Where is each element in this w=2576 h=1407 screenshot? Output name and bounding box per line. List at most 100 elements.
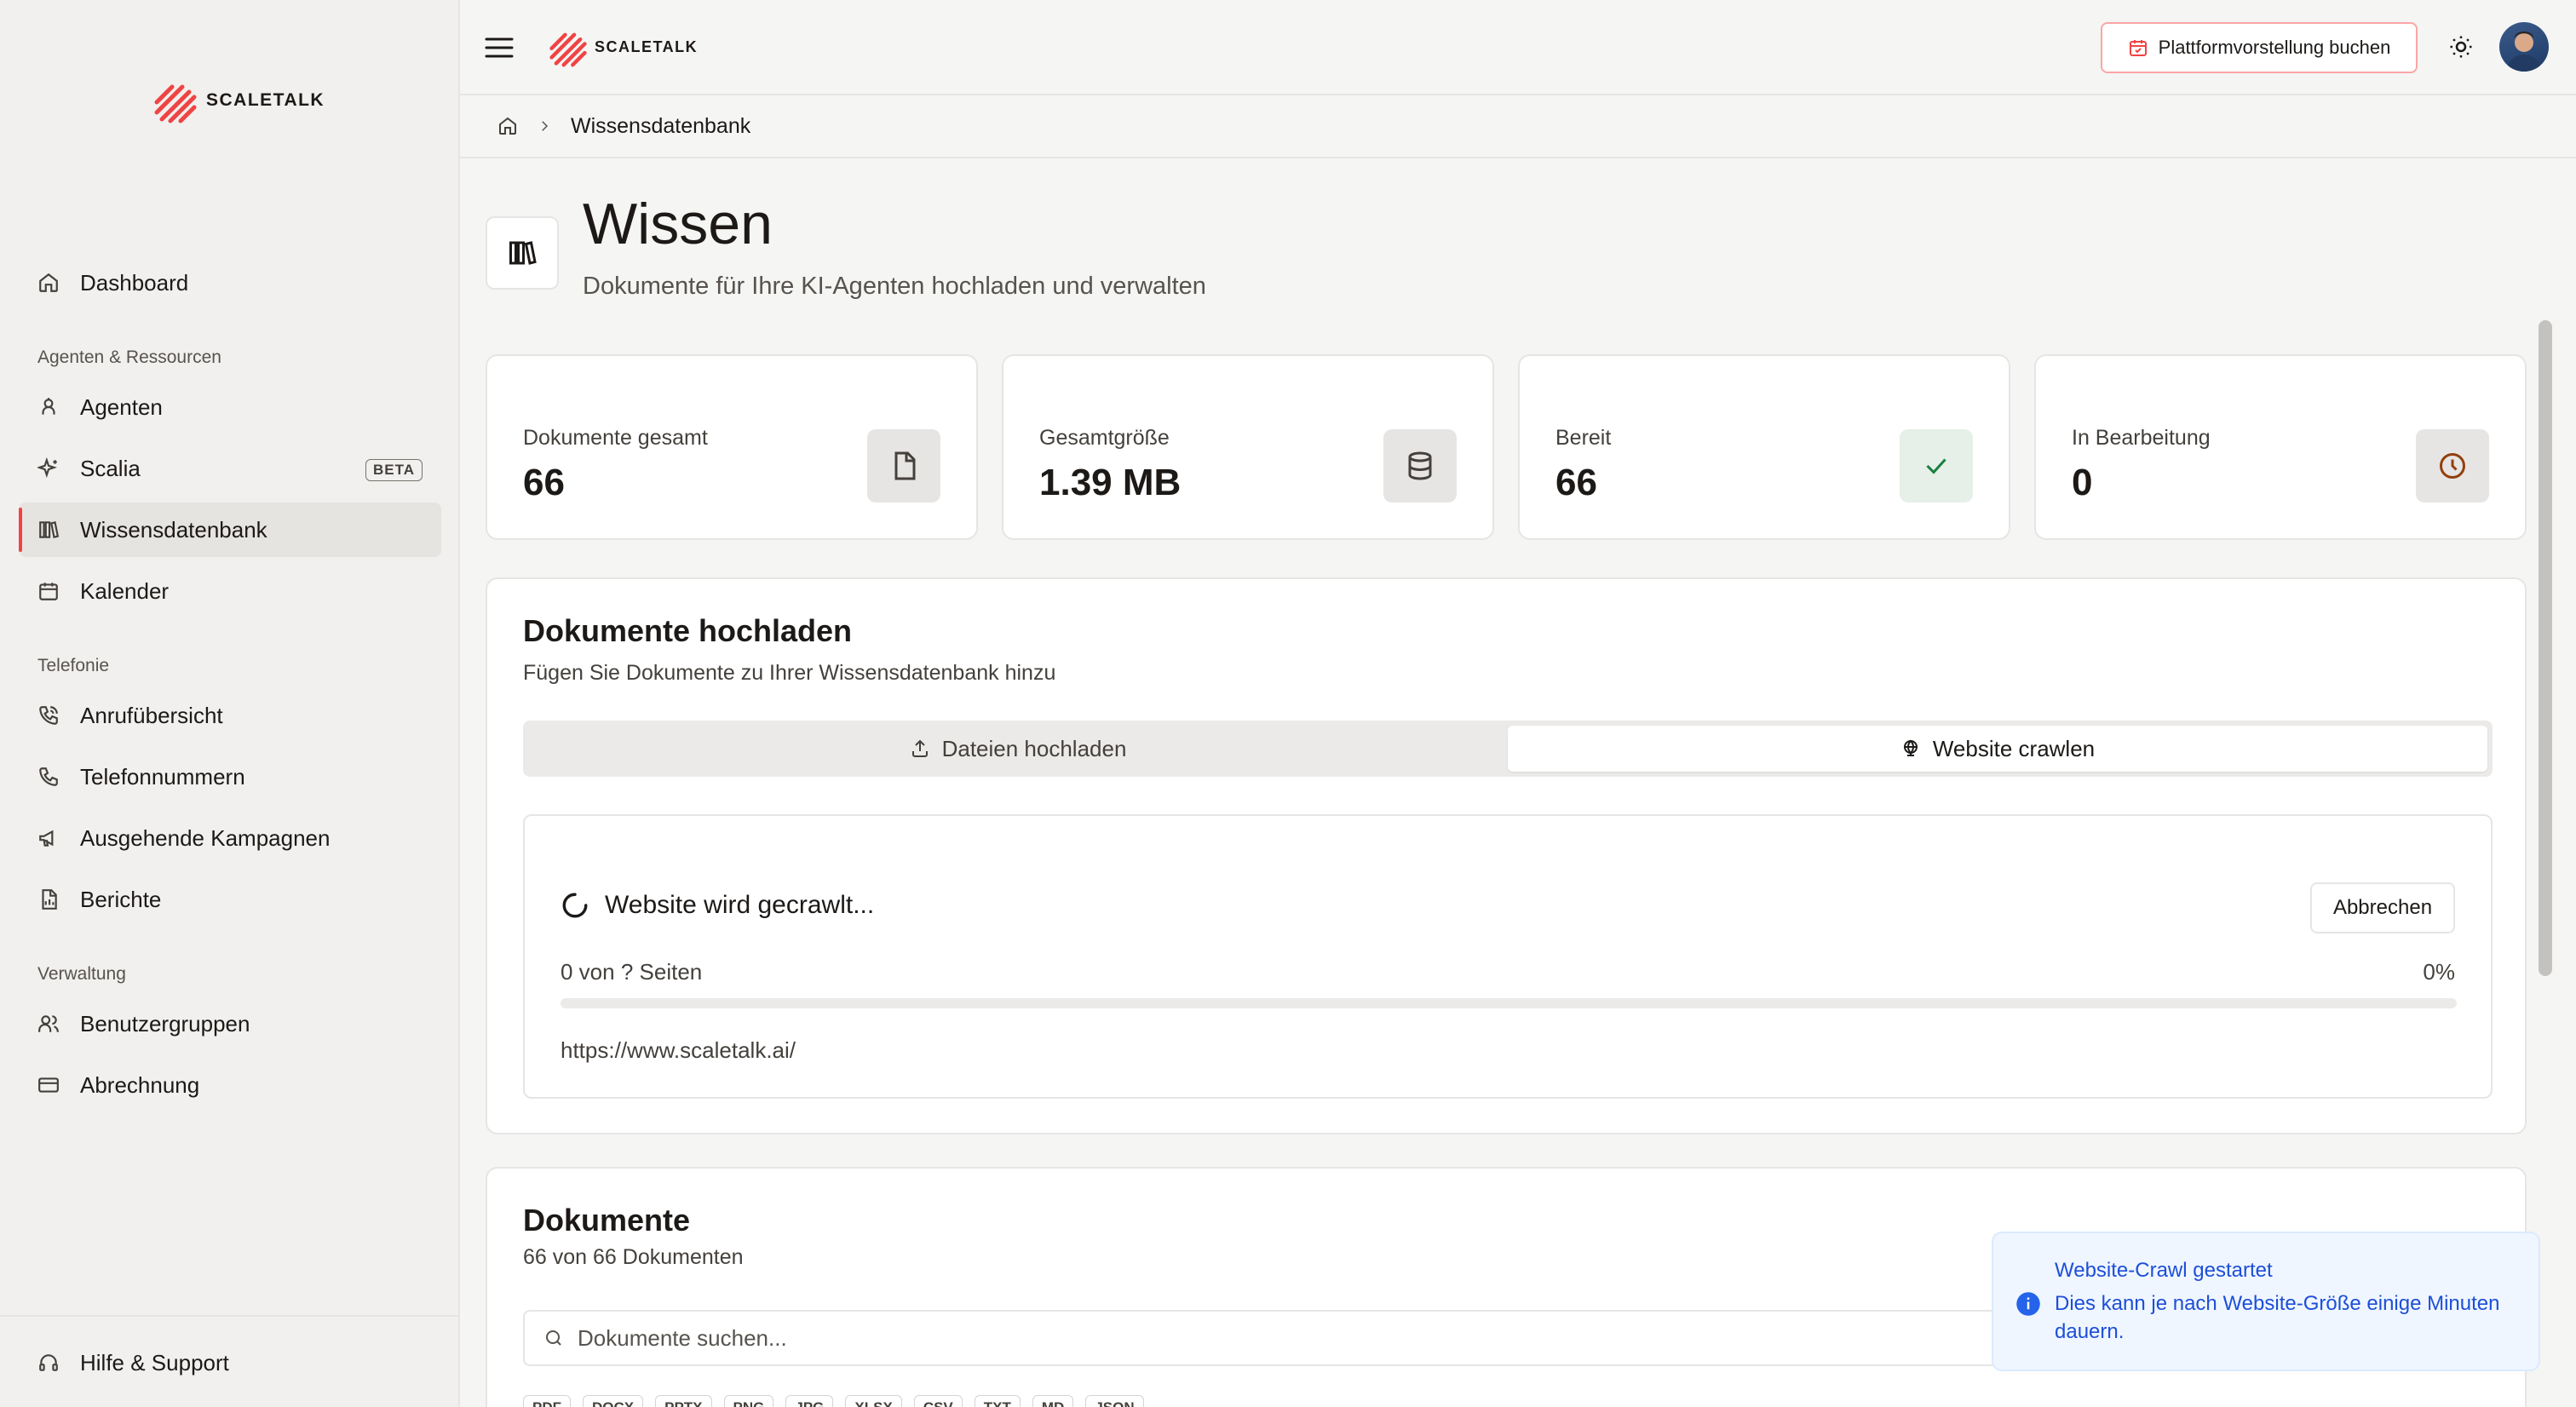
- info-icon: [2016, 1292, 2040, 1316]
- crawl-progress-box: Website wird gecrawlt... Abbrechen 0 von…: [523, 814, 2493, 1099]
- filter-chip[interactable]: CSV: [913, 1395, 963, 1407]
- scaletalk-logo-icon: [549, 32, 587, 67]
- home-icon[interactable]: [497, 116, 518, 136]
- sidebar-item-label: Wissensdatenbank: [80, 516, 267, 543]
- topbar-logo[interactable]: SCALETALK: [549, 26, 698, 68]
- page-subtitle: Dokumente für Ihre KI-Agenten hochladen …: [583, 273, 1206, 300]
- breadcrumb: Wissensdatenbank: [460, 95, 2576, 158]
- sidebar-item-label: Scalia: [80, 455, 141, 481]
- stat-value: 1.39 MB: [1039, 462, 1182, 503]
- toast-message: Dies kann je nach Website-Größe einige M…: [2055, 1292, 2500, 1343]
- sun-icon[interactable]: [2448, 34, 2474, 60]
- stat-card-total-size: Gesamtgröße 1.39 MB: [1002, 354, 1494, 540]
- sidebar-item-agenten[interactable]: Agenten: [19, 380, 441, 434]
- sidebar-item-berichte[interactable]: Berichte: [19, 872, 441, 927]
- sidebar-item-benutzergruppen[interactable]: Benutzergruppen: [19, 996, 441, 1051]
- sidebar-item-abrechnung[interactable]: Abrechnung: [19, 1058, 441, 1112]
- filter-chip[interactable]: PPTX: [655, 1395, 712, 1407]
- sidebar-item-label: Abrechnung: [80, 1071, 200, 1098]
- tab-website-crawl[interactable]: Website crawlen: [1508, 726, 2487, 772]
- sidebar-item-label: Dashboard: [80, 269, 189, 296]
- page-title: Wissen: [583, 192, 773, 256]
- filter-chip[interactable]: TXT: [974, 1395, 1021, 1407]
- sidebar-section-label: Verwaltung: [37, 964, 126, 984]
- menu-icon[interactable]: [484, 32, 515, 63]
- filter-chip[interactable]: XLSX: [845, 1395, 902, 1407]
- filter-chip[interactable]: JSON: [1085, 1395, 1144, 1407]
- cancel-crawl-button[interactable]: Abbrechen: [2310, 882, 2455, 933]
- filter-chip[interactable]: JPG: [785, 1395, 834, 1407]
- upload-tabs: Dateien hochladen Website crawlen: [523, 721, 2493, 777]
- filter-chip[interactable]: PDF: [523, 1395, 571, 1407]
- stat-value: 66: [523, 462, 565, 503]
- calendar-icon: [39, 583, 58, 600]
- search-icon: [546, 1330, 561, 1346]
- stat-card-ready: Bereit 66: [1518, 354, 2010, 540]
- stat-label: Bereit: [1555, 426, 1612, 450]
- megaphone-icon: [39, 830, 54, 847]
- chevron-right-icon: [542, 121, 549, 131]
- toast-notification[interactable]: Website-Crawl gestartet Dies kann je nac…: [1992, 1232, 2540, 1371]
- documents-title: Dokumente: [523, 1203, 691, 1238]
- stat-card-processing: In Bearbeitung 0: [2034, 354, 2527, 540]
- upload-icon: [911, 739, 928, 757]
- stat-label: Gesamtgröße: [1039, 426, 1170, 450]
- sidebar-item-dashboard[interactable]: Dashboard: [19, 256, 441, 310]
- stat-icon-box: [1900, 429, 1973, 502]
- file-icon: [894, 451, 916, 480]
- headset-icon: [39, 1354, 58, 1371]
- breadcrumb-current: Wissensdatenbank: [571, 113, 751, 138]
- scaletalk-logo-icon: [154, 84, 197, 123]
- stat-label: In Bearbeitung: [2072, 426, 2211, 450]
- sidebar-item-anrufuebersicht[interactable]: Anrufübersicht: [19, 688, 441, 743]
- user-avatar[interactable]: [2499, 22, 2549, 72]
- check-icon: [1926, 458, 1946, 474]
- tab-label: Website crawlen: [1932, 735, 2096, 761]
- crawl-percent: 0%: [2423, 959, 2455, 985]
- main-scrollbar[interactable]: [2539, 320, 2552, 976]
- crawl-progress-bar: [561, 998, 2457, 1008]
- sidebar-item-label: Agenten: [80, 393, 163, 420]
- sidebar-item-scalia[interactable]: Scalia BETA: [19, 441, 441, 496]
- sparkles-icon: [37, 457, 57, 479]
- topbar-brand-text: SCALETALK: [595, 37, 699, 55]
- sidebar: SCALETALK Dashboard Agenten & Ressourcen…: [0, 0, 460, 1407]
- sidebar-item-label: Ausgehende Kampagnen: [80, 824, 331, 851]
- page-icon-box: [486, 216, 559, 290]
- filter-chip[interactable]: MD: [1032, 1395, 1074, 1407]
- book-demo-button[interactable]: Plattformvorstellung buchen: [2101, 22, 2418, 73]
- file-type-filters: PDF DOCX PPTX PNG JPG XLSX CSV TXT MD JS…: [523, 1395, 1144, 1407]
- sidebar-item-help-support[interactable]: Hilfe & Support: [19, 1335, 441, 1390]
- sidebar-item-label: Anrufübersicht: [80, 702, 223, 728]
- sidebar-footer: Hilfe & Support: [0, 1315, 458, 1407]
- upload-card: Dokumente hochladen Fügen Sie Dokumente …: [486, 577, 2527, 1134]
- filter-chip[interactable]: DOCX: [583, 1395, 644, 1407]
- crawl-url: https://www.scaletalk.ai/: [561, 1037, 796, 1063]
- calendar-icon: [2129, 40, 2147, 56]
- sidebar-item-kalender[interactable]: Kalender: [19, 564, 441, 618]
- stat-value: 66: [1555, 462, 1597, 503]
- tab-file-upload[interactable]: Dateien hochladen: [528, 726, 1508, 772]
- users-icon: [38, 1015, 59, 1032]
- crawl-status: Website wird gecrawlt...: [561, 891, 874, 920]
- sidebar-item-telefonnummern[interactable]: Telefonnummern: [19, 749, 441, 804]
- sidebar-item-label: Hilfe & Support: [80, 1349, 229, 1375]
- home-icon: [39, 273, 58, 292]
- loading-spinner-icon: [562, 893, 588, 918]
- filter-chip[interactable]: PNG: [723, 1395, 774, 1407]
- upload-title: Dokumente hochladen: [523, 613, 853, 648]
- phone-call-icon: [39, 706, 58, 725]
- stat-label: Dokumente gesamt: [523, 426, 708, 450]
- library-icon: [509, 241, 537, 265]
- globe-icon: [1903, 739, 1918, 756]
- sidebar-logo[interactable]: SCALETALK: [153, 77, 325, 124]
- stat-card-documents: Dokumente gesamt 66: [486, 354, 978, 540]
- sidebar-item-wissensdatenbank[interactable]: Wissensdatenbank: [19, 502, 441, 557]
- database-icon: [1408, 451, 1432, 480]
- sidebar-brand-text: SCALETALK: [206, 90, 325, 110]
- user-photo-icon: [2506, 32, 2542, 72]
- stat-icon-box: [867, 429, 940, 502]
- sidebar-item-ausgehende-kampagnen[interactable]: Ausgehende Kampagnen: [19, 811, 441, 865]
- clock-icon: [2440, 453, 2465, 479]
- book-demo-label: Plattformvorstellung buchen: [2158, 37, 2391, 58]
